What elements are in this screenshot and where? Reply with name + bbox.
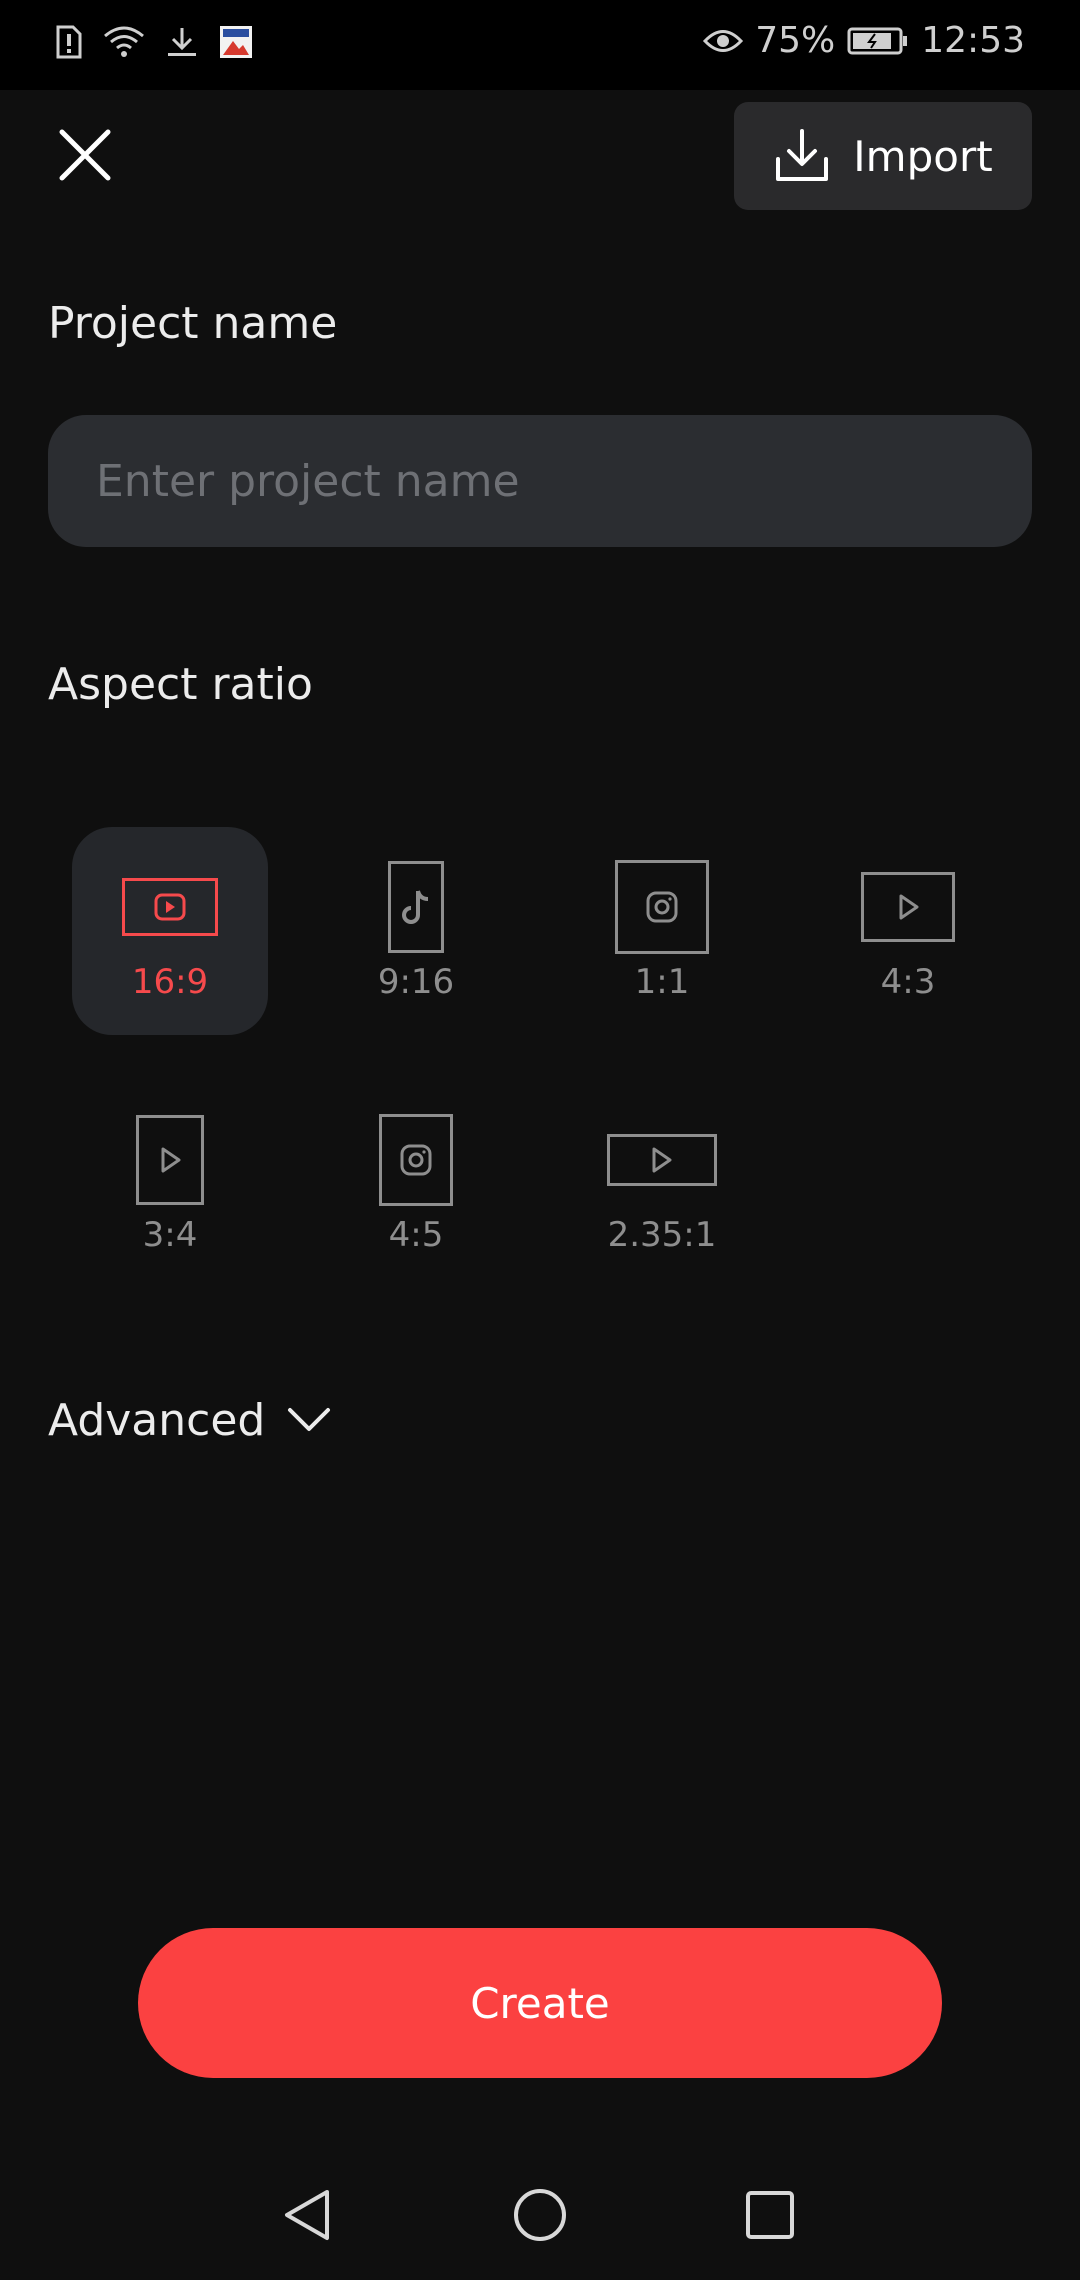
status-icons-right: 75% 12:53: [703, 20, 1025, 61]
ratio-option-4-3[interactable]: 4:3: [810, 827, 1006, 1035]
import-label: Import: [853, 131, 993, 181]
tiktok-icon: [388, 861, 444, 953]
close-icon: [59, 129, 111, 181]
advanced-label: Advanced: [48, 1394, 266, 1446]
play-icon: [136, 1115, 204, 1205]
ratio-option-16-9[interactable]: 16:9: [72, 827, 268, 1035]
sim-alert-icon: [56, 25, 82, 59]
ratio-option-3-4[interactable]: 3:4: [72, 1080, 268, 1288]
ratio-label: 2.35:1: [607, 1215, 717, 1255]
nav-home-button[interactable]: [505, 2180, 575, 2250]
clock: 12:53: [921, 20, 1025, 61]
nav-recents-button[interactable]: [735, 2180, 805, 2250]
project-name-label: Project name: [48, 298, 338, 349]
close-button[interactable]: [50, 120, 120, 190]
ratio-option-4-5[interactable]: 4:5: [318, 1080, 514, 1288]
ratio-label: 4:5: [388, 1215, 444, 1255]
youtube-icon: [122, 878, 218, 936]
download-tray-icon: [776, 129, 829, 181]
back-icon: [285, 2190, 329, 2240]
import-button[interactable]: Import: [734, 102, 1032, 210]
instagram-icon: [379, 1114, 453, 1206]
nav-back-button[interactable]: [272, 2180, 342, 2250]
status-icons-left: [55, 24, 253, 60]
aspect-ratio-label: Aspect ratio: [48, 659, 313, 710]
ratio-label: 16:9: [131, 962, 209, 1002]
create-button[interactable]: Create: [138, 1928, 942, 2078]
ratio-label: 3:4: [142, 1215, 198, 1255]
battery-icon: [847, 27, 908, 54]
app-notification-icon: [220, 26, 252, 58]
home-icon: [514, 2189, 566, 2241]
ratio-option-2-35-1[interactable]: 2.35:1: [564, 1080, 760, 1288]
ratio-label: 4:3: [880, 962, 936, 1002]
project-name-input[interactable]: [48, 415, 1032, 547]
play-icon: [861, 872, 955, 942]
chevron-down-icon: [288, 1408, 331, 1431]
advanced-toggle[interactable]: Advanced: [48, 1385, 331, 1455]
wifi-icon: [104, 26, 144, 57]
ratio-option-1-1[interactable]: 1:1: [564, 827, 760, 1035]
recents-icon: [746, 2191, 794, 2239]
eye-icon: [703, 29, 744, 52]
instagram-icon: [615, 860, 709, 954]
battery-percent: 75%: [755, 20, 836, 61]
system-nav-bar: [0, 2140, 1080, 2280]
status-bar: 75% 12:53: [0, 0, 1080, 90]
download-icon: [168, 28, 196, 56]
ratio-label: 9:16: [377, 962, 455, 1002]
ratio-label: 1:1: [634, 962, 690, 1002]
ratio-option-9-16[interactable]: 9:16: [318, 827, 514, 1035]
play-icon: [607, 1134, 717, 1186]
